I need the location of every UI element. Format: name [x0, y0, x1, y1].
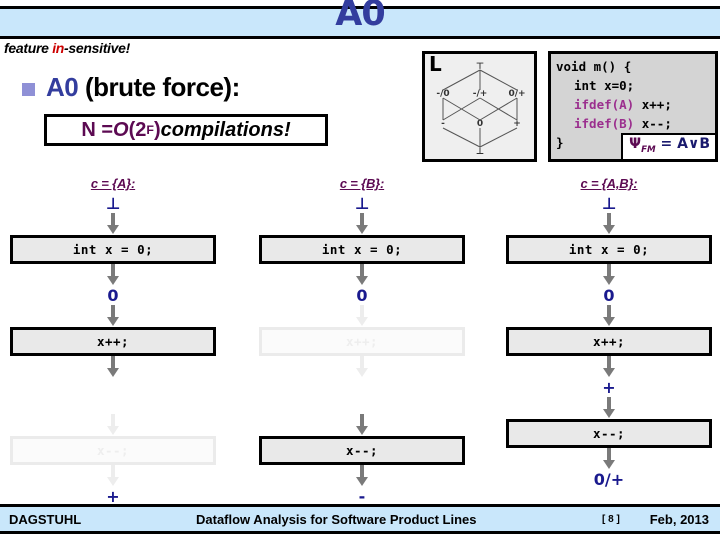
statement-box: x--;	[506, 419, 712, 448]
statement-box: int x = 0;	[506, 235, 712, 264]
lattice-value: ⊥	[601, 194, 617, 213]
code-line: ifdef(A) x++;	[556, 95, 715, 114]
lattice-node-top: ⊤	[476, 62, 484, 72]
flow-arrow-icon	[259, 465, 465, 487]
flow-arrow-icon	[10, 213, 216, 235]
code-text: x--;	[634, 116, 672, 131]
statement-box: x++;	[10, 327, 216, 356]
lattice-value: 0/+	[593, 470, 625, 489]
code-text: x++;	[634, 97, 672, 112]
flow-arrow-icon	[506, 356, 712, 378]
formula-big-o: O	[113, 118, 129, 141]
column-header: c = {A}:	[90, 176, 136, 191]
flow-arrow-icon	[10, 414, 216, 436]
footer-bar: DAGSTUHL Dataflow Analysis for Software …	[0, 504, 720, 534]
column-steps: ⊥ int x = 0; 0 x++; + x--; 0/+	[506, 194, 712, 489]
analysis-column-b: c = {B}: ⊥ int x = 0; 0 x++; x--; -	[259, 176, 465, 506]
formula-paren-close: )	[153, 118, 161, 141]
lattice-node-left-upper: -/0	[436, 89, 449, 99]
fm-psi: Ψ	[629, 136, 642, 153]
footer-page-number: [ 8 ]	[602, 513, 620, 525]
flow-arrow-icon	[10, 264, 216, 286]
flow-arrow-icon	[259, 305, 465, 327]
bullet-row: A0 (brute force):	[22, 72, 240, 103]
lattice-value: ⊥	[354, 194, 370, 213]
flow-arrow-icon	[259, 213, 465, 235]
code-keyword: ifdef(A)	[574, 97, 635, 112]
analysis-column-a: c = {A}: ⊥ int x = 0; 0 x++; x--; +	[10, 176, 216, 506]
flow-arrow-icon	[259, 414, 465, 436]
subtitle: feature in-sensitive!	[4, 40, 130, 56]
lattice-value: +	[602, 378, 616, 397]
flow-arrow-icon	[506, 448, 712, 470]
analysis-column-ab: c = {A,B}: ⊥ int x = 0; 0 x++; + x--; 0/+	[506, 176, 712, 489]
square-bullet-icon	[22, 83, 35, 96]
flow-arrow-icon	[259, 356, 465, 378]
lattice-panel: L ⊤ -/0 -/+ 0/+ - 0 + ⊥	[422, 51, 537, 162]
lattice-value: ⊥	[105, 194, 121, 213]
footer-venue: DAGSTUHL	[9, 511, 82, 527]
bullet-label-accent: A0	[46, 72, 79, 102]
fm-expression: A∨B	[677, 136, 710, 153]
lattice-diagram: ⊤ -/0 -/+ 0/+ - 0 + ⊥	[436, 62, 525, 157]
statement-box: int x = 0;	[10, 235, 216, 264]
lattice-value: 0	[107, 286, 119, 305]
flow-arrow-icon	[10, 465, 216, 487]
statement-box: x--;	[10, 436, 216, 465]
code-line: ifdef(B) x--;	[556, 114, 715, 133]
subtitle-suffix: -sensitive!	[64, 40, 130, 56]
code-text: int x=0;	[574, 78, 635, 93]
feature-model-badge: ΨFM = A∨B	[621, 133, 715, 159]
formula-box: N = O (2 F) compilations!	[44, 114, 328, 146]
flow-arrow-icon	[506, 305, 712, 327]
flow-arrow-icon	[10, 356, 216, 378]
flow-arrow-icon	[259, 264, 465, 286]
flow-arrow-icon	[10, 305, 216, 327]
code-panel: void m() {int x=0; ifdef(A) x++; ifdef(B) …	[548, 51, 718, 162]
page-title: A0	[335, 0, 385, 34]
column-steps: ⊥ int x = 0; 0 x++; x--; +	[10, 194, 216, 506]
lattice-node-left-lower: -	[441, 119, 445, 129]
code-text: void m() {	[556, 59, 632, 74]
column-steps: ⊥ int x = 0; 0 x++; x--; -	[259, 194, 465, 506]
column-header: c = {A,B}:	[580, 176, 638, 191]
lattice-node-right-lower: +	[513, 119, 521, 129]
statement-box: int x = 0;	[259, 235, 465, 264]
bullet-label: A0 (brute force):	[46, 72, 240, 103]
formula-lhs: N =	[81, 118, 114, 141]
code-line: int x=0;	[556, 76, 715, 95]
code-text: }	[556, 135, 564, 150]
footer-talk-title: Dataflow Analysis for Software Product L…	[196, 511, 477, 527]
fm-subscript: FM	[641, 145, 656, 155]
flow-spacer	[10, 378, 216, 414]
lattice-value: 0	[356, 286, 368, 305]
code-line: void m() {	[556, 57, 715, 76]
formula-exponent: F	[146, 123, 154, 137]
flow-arrow-icon	[506, 397, 712, 419]
subtitle-highlight: in	[52, 40, 65, 56]
subtitle-prefix: feature	[4, 40, 53, 56]
lattice-value: 0	[603, 286, 615, 305]
flow-arrow-icon	[506, 213, 712, 235]
bullet-label-rest: (brute force):	[78, 72, 240, 102]
lattice-node-bottom: ⊥	[476, 147, 484, 157]
lattice-node-mid-lower: 0	[477, 119, 483, 129]
flow-arrow-icon	[506, 264, 712, 286]
lattice-node-right-upper: 0/+	[508, 89, 525, 99]
code-keyword: ifdef(B)	[574, 116, 635, 131]
statement-box: x--;	[259, 436, 465, 465]
statement-box: x++;	[259, 327, 465, 356]
lattice-node-mid-upper: -/+	[473, 89, 488, 99]
column-header: c = {B}:	[339, 176, 385, 191]
formula-rhs: compilations!	[160, 118, 291, 141]
statement-box: x++;	[506, 327, 712, 356]
fm-equals: =	[655, 136, 678, 153]
footer-date: Feb, 2013	[649, 511, 709, 527]
formula-paren-open: (2	[128, 118, 147, 141]
flow-spacer	[259, 378, 465, 414]
